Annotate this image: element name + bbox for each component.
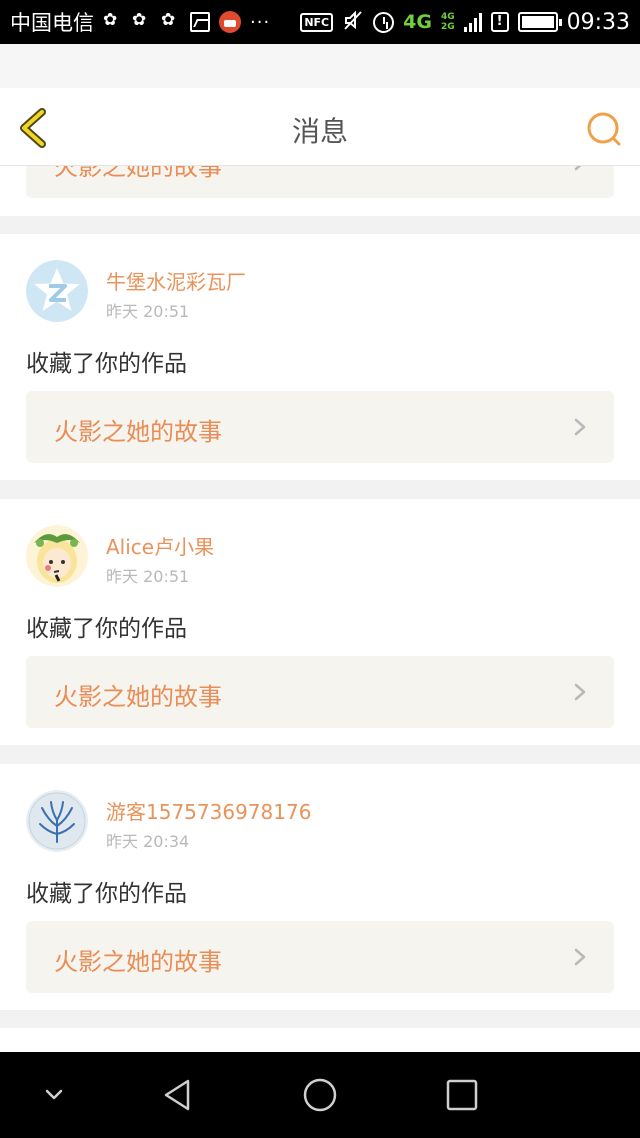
anime-avatar-icon[interactable] bbox=[26, 525, 88, 587]
mute-icon bbox=[342, 9, 364, 36]
message-action: 收藏了你的作品 bbox=[26, 616, 187, 642]
network-4g-label: 4G bbox=[403, 11, 432, 33]
status-spacer bbox=[0, 44, 640, 88]
battery-icon bbox=[517, 12, 562, 32]
recents-square-icon[interactable] bbox=[444, 1077, 480, 1113]
chevron-right-icon bbox=[574, 166, 582, 171]
carrier-label: 中国电信 bbox=[10, 11, 94, 35]
sim-alert-icon bbox=[490, 12, 509, 32]
chevron-right-icon bbox=[574, 948, 586, 966]
work-title: 火影之她的故事 bbox=[54, 948, 222, 976]
clover-icon bbox=[103, 10, 123, 32]
message-card bbox=[0, 1028, 640, 1052]
page-title: 消息 bbox=[291, 115, 348, 148]
status-bar-left: 中国电信 ··· bbox=[10, 7, 270, 37]
hide-keyboard-icon[interactable] bbox=[36, 1077, 72, 1113]
work-title: 火影之她的故事 bbox=[54, 683, 222, 711]
app-header: 消息 bbox=[0, 88, 640, 166]
message-action: 收藏了你的作品 bbox=[26, 881, 187, 907]
search-icon[interactable] bbox=[584, 110, 624, 150]
network-stack-bottom: 2G bbox=[440, 22, 455, 32]
message-card: 牛堡水泥彩瓦厂 昨天 20:51 收藏了你的作品 火影之她的故事 bbox=[0, 234, 640, 480]
network-stack-top: 4G bbox=[440, 12, 455, 22]
message-card: Alice卢小果 昨天 20:51 收藏了你的作品 火影之她的故事 bbox=[0, 499, 640, 745]
tree-avatar-icon[interactable] bbox=[26, 790, 88, 852]
user-name[interactable]: 游客1575736978176 bbox=[106, 796, 311, 825]
user-name[interactable]: Alice卢小果 bbox=[106, 531, 214, 560]
clover-icon bbox=[132, 10, 152, 32]
nfc-icon: NFC bbox=[300, 12, 334, 32]
message-card: 火影之她的故事 bbox=[0, 166, 640, 216]
default-avatar-icon[interactable] bbox=[26, 260, 88, 322]
system-nav-bar bbox=[0, 1052, 640, 1138]
clover-icon bbox=[161, 10, 181, 32]
message-action: 收藏了你的作品 bbox=[26, 351, 187, 377]
chevron-right-icon bbox=[574, 418, 586, 436]
work-link[interactable]: 火影之她的故事 bbox=[26, 656, 614, 728]
message-time: 昨天 20:51 bbox=[106, 302, 190, 321]
image-icon bbox=[190, 12, 210, 32]
user-name[interactable]: 牛堡水泥彩瓦厂 bbox=[106, 266, 246, 295]
app-notification-icon bbox=[219, 11, 241, 33]
status-bar: 中国电信 ··· NFC 4G 4G 2G 09:33 bbox=[0, 0, 640, 44]
work-link[interactable]: 火影之她的故事 bbox=[26, 921, 614, 993]
network-stack: 4G 2G bbox=[441, 12, 455, 32]
signal-icon bbox=[463, 12, 482, 32]
work-title: 火影之她的故事 bbox=[54, 418, 222, 446]
work-title: 火影之她的故事 bbox=[54, 166, 222, 181]
home-circle-icon[interactable] bbox=[302, 1077, 338, 1113]
work-link[interactable]: 火影之她的故事 bbox=[26, 391, 614, 463]
message-time: 昨天 20:51 bbox=[106, 567, 190, 586]
message-card: 游客1575736978176 昨天 20:34 收藏了你的作品 火影之她的故事 bbox=[0, 764, 640, 1010]
overflow-icon: ··· bbox=[250, 11, 271, 33]
message-list[interactable]: 火影之她的故事 牛堡水泥彩瓦厂 昨天 20:51 收藏了你的作品 火影之她的故事 bbox=[0, 166, 640, 1052]
chevron-right-icon bbox=[574, 683, 586, 701]
work-link[interactable]: 火影之她的故事 bbox=[26, 166, 614, 198]
status-bar-right: NFC 4G 4G 2G 09:33 bbox=[300, 9, 630, 36]
back-triangle-icon[interactable] bbox=[160, 1077, 196, 1113]
alarm-icon bbox=[373, 11, 395, 33]
message-time: 昨天 20:34 bbox=[106, 832, 190, 851]
status-time: 09:33 bbox=[566, 9, 630, 35]
